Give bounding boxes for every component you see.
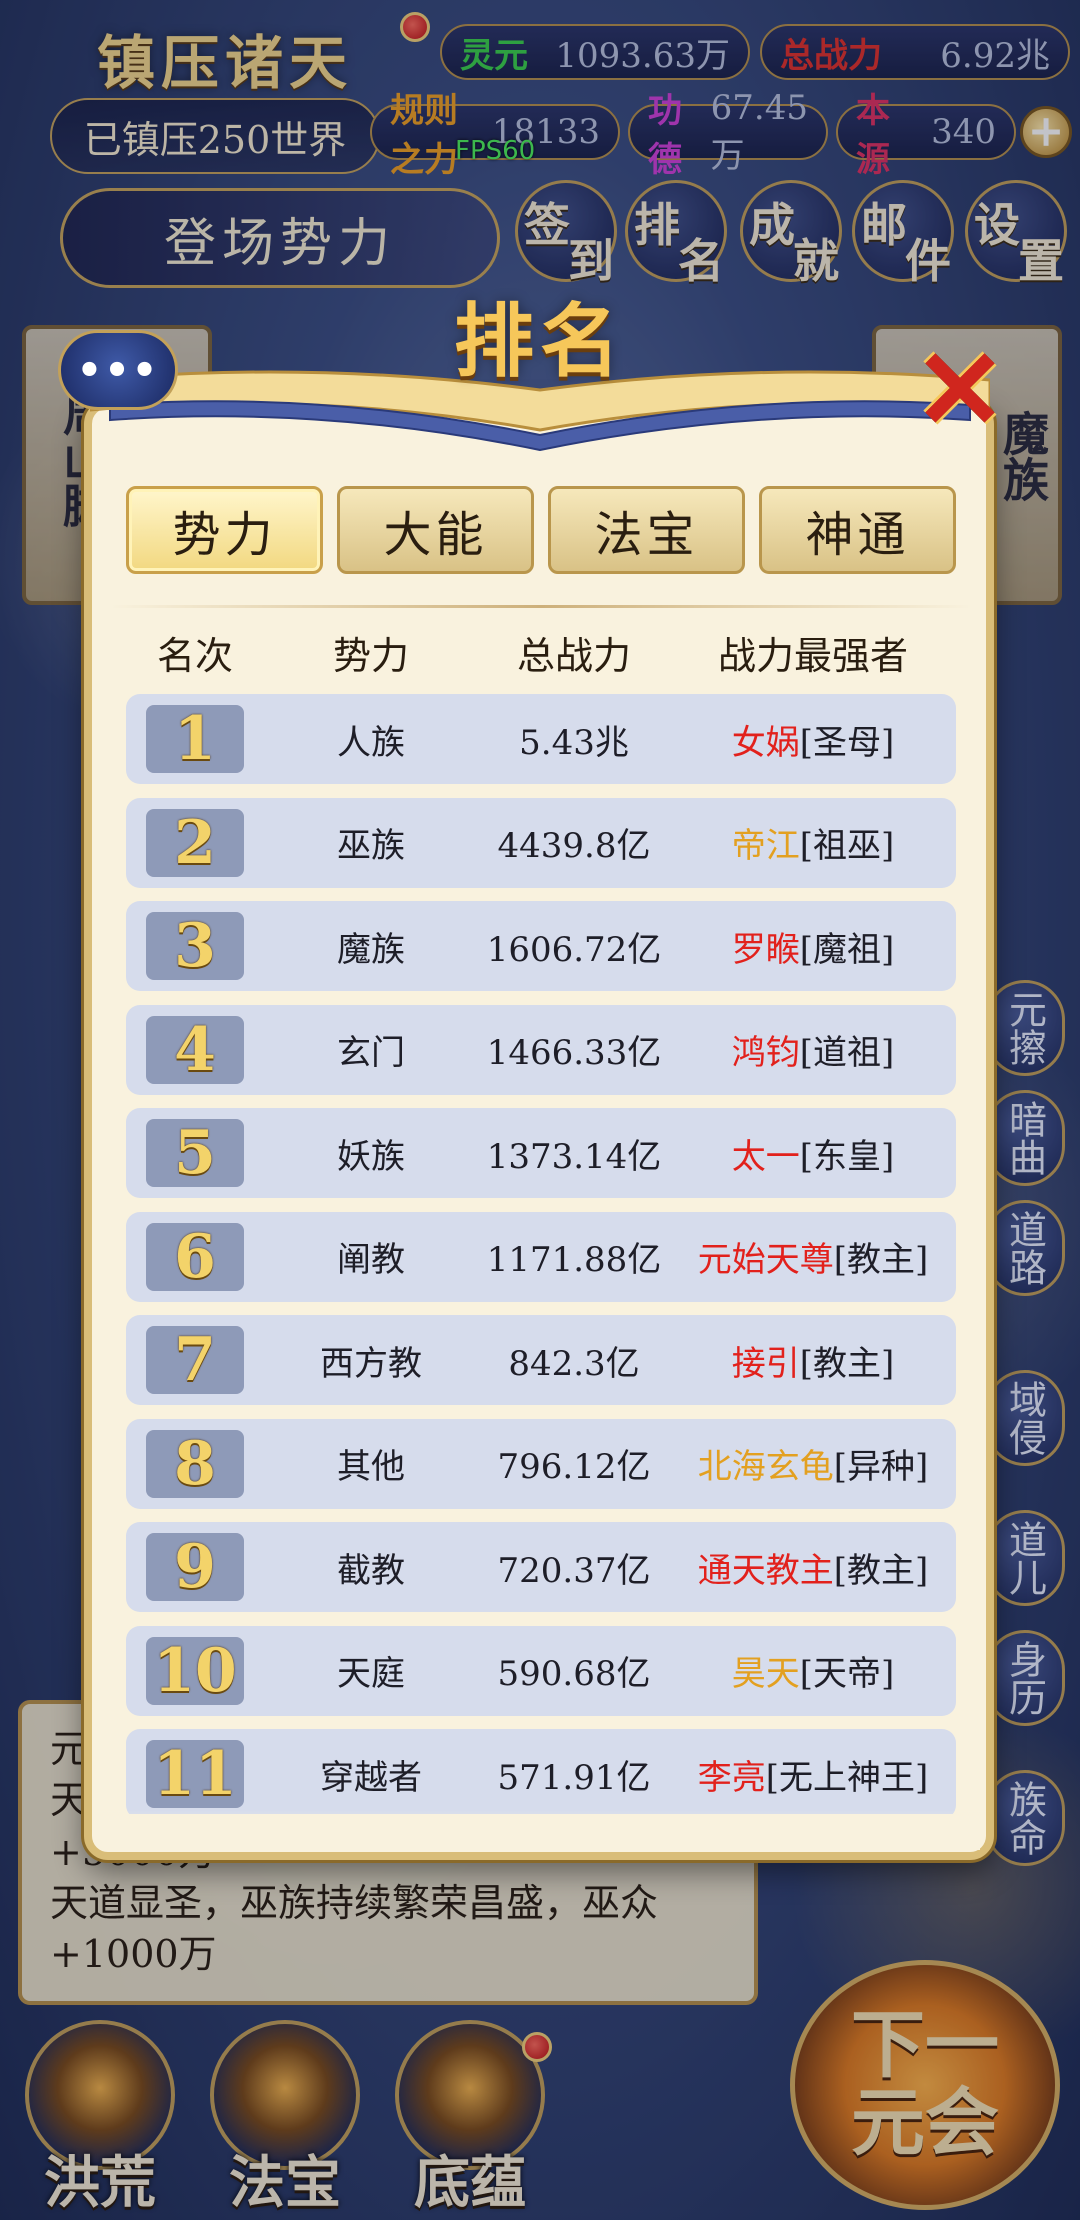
cell-strongest: 李亮[无上神王] <box>670 1750 956 1799</box>
strongest-name: 罗睺 <box>731 929 800 970</box>
table-row[interactable]: 10 天庭 590.68亿 昊天[天帝] <box>126 1625 956 1716</box>
header-strongest: 战力最强者 <box>717 633 908 678</box>
cell-force: 妖族 <box>337 1136 405 1177</box>
table-row[interactable]: 2 巫族 4439.8亿 帝江[祖巫] <box>126 797 956 888</box>
cell-force: 穿越者 <box>320 1757 422 1798</box>
cell-force: 截教 <box>337 1550 405 1591</box>
strongest-title: [魔祖] <box>799 929 895 970</box>
rank-badge: 6 <box>146 1222 244 1292</box>
cell-strongest: 罗睺[魔祖] <box>670 922 956 971</box>
table-row[interactable]: 4 玄门 1466.33亿 鸿钧[道祖] <box>126 1004 956 1095</box>
header-force: 势力 <box>332 633 409 678</box>
cell-force: 天庭 <box>337 1654 405 1694</box>
strongest-title: [教主] <box>833 1240 929 1280</box>
strongest-name: 鸿钧 <box>731 1033 800 1073</box>
cell-power: 590.68亿 <box>497 1654 651 1694</box>
strongest-title: [教主] <box>799 1343 895 1384</box>
cell-strongest: 通天教主[教主] <box>670 1543 956 1592</box>
table-row[interactable]: 1 人族 5.43兆 女娲[圣母] <box>126 694 956 784</box>
table-row[interactable]: 6 阐教 1171.88亿 元始天尊[教主] <box>126 1211 956 1302</box>
strongest-name: 昊天 <box>731 1654 800 1694</box>
strongest-title: [异种] <box>833 1447 929 1487</box>
table-row[interactable]: 7 西方教 842.3亿 接引[教主] <box>126 1315 956 1405</box>
tab-faction[interactable]: 势力 <box>126 486 323 574</box>
rank-badge: 7 <box>146 1325 244 1395</box>
rank-badge: 10 <box>146 1636 244 1706</box>
cell-strongest: 帝江[祖巫] <box>670 818 956 867</box>
header-power: 总战力 <box>516 633 631 678</box>
header-rank: 名次 <box>156 633 233 678</box>
cell-strongest: 女娲[圣母] <box>670 715 956 764</box>
table-header: 名次 势力 总战力 战力最强者 <box>126 612 956 692</box>
table-row[interactable]: 9 截教 720.37亿 通天教主[教主] <box>126 1522 956 1612</box>
rank-badge: 5 <box>146 1118 244 1188</box>
cell-power: 4439.8亿 <box>497 826 651 866</box>
strongest-title: [祖巫] <box>799 826 895 866</box>
strongest-name: 女娲 <box>731 722 800 763</box>
cell-force: 巫族 <box>337 826 405 866</box>
cell-strongest: 太一[东皇] <box>670 1129 956 1178</box>
strongest-title: [天帝] <box>799 1654 895 1694</box>
strongest-title: [圣母] <box>799 722 895 763</box>
chat-bubble-button[interactable]: ••• <box>58 330 178 410</box>
strongest-title: [教主] <box>833 1550 929 1591</box>
cell-power: 1171.88亿 <box>486 1240 662 1280</box>
cell-strongest: 元始天尊[教主] <box>670 1232 956 1281</box>
rank-badge: 1 <box>146 704 244 774</box>
strongest-name: 通天教主 <box>697 1550 834 1591</box>
cell-power: 1373.14亿 <box>486 1136 662 1177</box>
table-row[interactable]: 8 其他 796.12亿 北海玄龟[异种] <box>126 1418 956 1509</box>
dialog-title: 排名 <box>454 294 626 388</box>
cell-force: 其他 <box>337 1447 405 1487</box>
tab-treasure[interactable]: 法宝 <box>548 486 745 574</box>
cell-strongest: 北海玄龟[异种] <box>670 1439 956 1488</box>
rank-badge: 11 <box>146 1739 244 1809</box>
strongest-name: 太一 <box>731 1136 800 1177</box>
strongest-title: [道祖] <box>799 1033 895 1073</box>
cell-force: 西方教 <box>320 1343 422 1384</box>
cell-power: 842.3亿 <box>508 1343 640 1384</box>
strongest-name: 帝江 <box>731 826 800 866</box>
cell-power: 571.91亿 <box>497 1757 651 1798</box>
rank-badge: 2 <box>146 808 244 878</box>
cell-power: 720.37亿 <box>497 1550 651 1591</box>
cell-force: 人族 <box>337 722 405 763</box>
strongest-title: [无上神王] <box>765 1757 929 1798</box>
rank-badge: 9 <box>146 1532 244 1602</box>
cell-power: 1466.33亿 <box>486 1033 662 1073</box>
close-icon[interactable]: ✕ <box>910 335 1010 445</box>
rank-badge: 3 <box>146 911 244 981</box>
cell-strongest: 昊天[天帝] <box>670 1646 956 1695</box>
divider <box>110 605 972 608</box>
table-row[interactable]: 3 魔族 1606.72亿 罗睺[魔祖] <box>126 901 956 991</box>
rank-badge: 4 <box>146 1015 244 1085</box>
strongest-name: 元始天尊 <box>697 1240 834 1280</box>
strongest-name: 接引 <box>731 1343 800 1384</box>
table-row[interactable]: 11 穿越者 571.91亿 李亮[无上神王] <box>126 1729 956 1814</box>
strongest-name: 李亮 <box>697 1757 766 1798</box>
cell-force: 阐教 <box>337 1240 405 1280</box>
cell-power: 796.12亿 <box>497 1447 651 1487</box>
ranking-tabs: 势力 大能 法宝 神通 <box>126 486 956 576</box>
strongest-title: [东皇] <box>799 1136 895 1177</box>
cell-power: 5.43兆 <box>519 722 629 763</box>
cell-strongest: 接引[教主] <box>670 1336 956 1385</box>
list-fade <box>100 1810 980 1850</box>
cell-strongest: 鸿钧[道祖] <box>670 1025 956 1074</box>
cell-force: 玄门 <box>337 1033 405 1073</box>
tab-great-power[interactable]: 大能 <box>337 486 534 574</box>
tab-divine-skill[interactable]: 神通 <box>759 486 956 574</box>
cell-force: 魔族 <box>337 929 405 970</box>
table-row[interactable]: 5 妖族 1373.14亿 太一[东皇] <box>126 1108 956 1198</box>
ranking-list[interactable]: 1 人族 5.43兆 女娲[圣母] 2 巫族 4439.8亿 帝江[祖巫] 3 魔族 1606.72… <box>126 694 956 1814</box>
rank-badge: 8 <box>146 1429 244 1499</box>
strongest-name: 北海玄龟 <box>697 1447 834 1487</box>
cell-power: 1606.72亿 <box>486 929 662 970</box>
